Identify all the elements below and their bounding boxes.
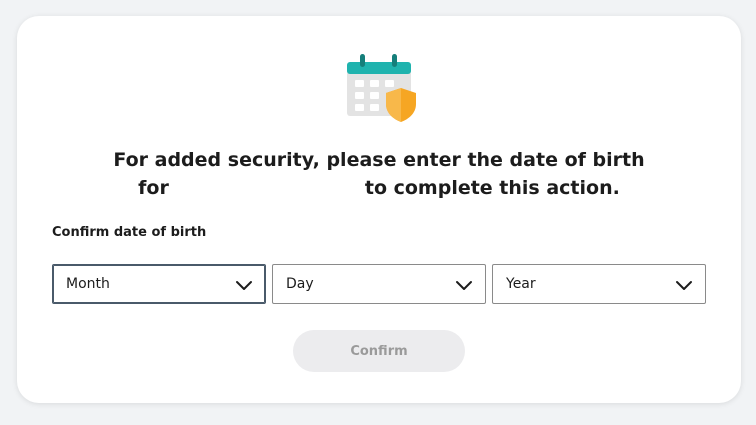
day-select[interactable]: Day <box>272 264 486 304</box>
year-select[interactable]: Year <box>492 264 706 304</box>
heading-line-2-end: to complete this action. <box>364 177 620 199</box>
dialog-heading: For added security, please enter the dat… <box>17 146 741 202</box>
heading-line-1: For added security, please enter the dat… <box>113 149 645 171</box>
dob-field-label: Confirm date of birth <box>52 225 207 240</box>
year-select-value: Year <box>506 276 536 292</box>
chevron-down-icon <box>456 281 472 290</box>
month-select-value: Month <box>66 276 110 292</box>
calendar-shield-icon <box>345 52 417 124</box>
month-select[interactable]: Month <box>52 264 266 304</box>
confirm-button[interactable]: Confirm <box>293 330 465 372</box>
heading-for: for <box>138 177 169 199</box>
chevron-down-icon <box>676 281 692 290</box>
security-dialog: For added security, please enter the dat… <box>17 16 741 403</box>
chevron-down-icon <box>236 281 252 290</box>
day-select-value: Day <box>286 276 314 292</box>
